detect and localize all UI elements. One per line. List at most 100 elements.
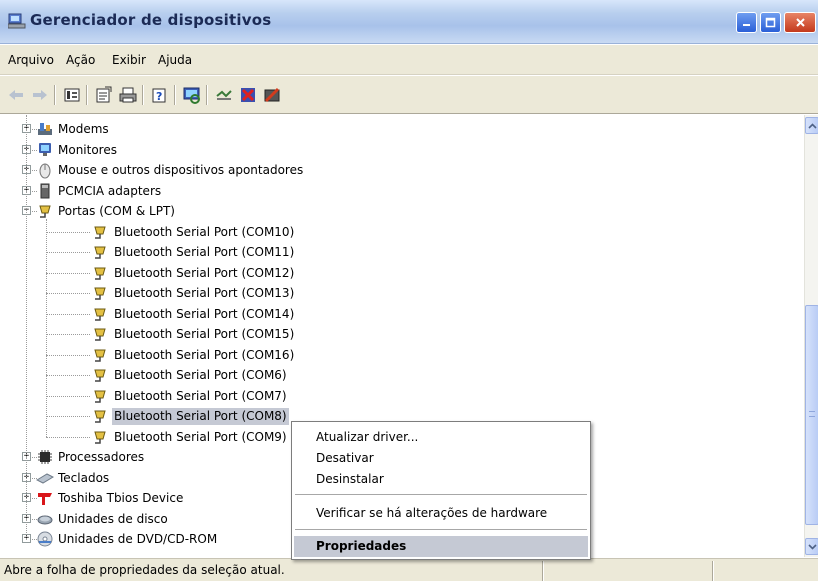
tree-connector bbox=[46, 252, 90, 253]
close-icon bbox=[795, 18, 805, 27]
port-icon bbox=[94, 390, 106, 403]
menu-ajuda[interactable]: Ajuda bbox=[158, 53, 192, 67]
port-icon bbox=[94, 226, 106, 239]
tree-connector bbox=[46, 231, 90, 233]
toshiba-icon bbox=[38, 493, 52, 505]
minimize-button[interactable] bbox=[736, 12, 757, 33]
vertical-scrollbar[interactable] bbox=[804, 115, 818, 557]
context-menu: Atualizar driver... Desativar Desinstala… bbox=[291, 421, 591, 560]
status-bar: Abre a folha de propriedades da seleção … bbox=[0, 558, 818, 581]
port-icon bbox=[94, 410, 106, 423]
port-icon bbox=[94, 431, 106, 444]
tree-item-category[interactable]: Modems bbox=[56, 121, 111, 138]
menu-item-atualizar-driver[interactable]: Atualizar driver... bbox=[294, 427, 588, 448]
menu-item-propriedades[interactable]: Propriedades bbox=[294, 536, 588, 557]
scan-hardware-icon bbox=[183, 87, 200, 104]
update-driver-button[interactable] bbox=[214, 85, 234, 105]
tree-connector bbox=[46, 272, 90, 274]
tree-item-port[interactable]: Bluetooth Serial Port (COM9) bbox=[112, 429, 289, 446]
tree-connector bbox=[46, 313, 90, 315]
tree-connector bbox=[46, 334, 90, 335]
menu-arquivo[interactable]: Arquivo bbox=[8, 53, 54, 67]
view-button[interactable] bbox=[62, 85, 82, 105]
scroll-down-button[interactable] bbox=[805, 538, 818, 555]
tree-item-category[interactable]: PCMCIA adapters bbox=[56, 183, 163, 200]
monitor-icon bbox=[39, 142, 51, 156]
tree-item-category[interactable]: Unidades de DVD/CD-ROM bbox=[56, 531, 219, 548]
tree-item-category[interactable]: Monitores bbox=[56, 142, 119, 159]
processor-icon bbox=[38, 450, 52, 464]
tree-connector bbox=[46, 436, 90, 438]
update-driver-icon bbox=[216, 90, 232, 100]
port-icon bbox=[94, 246, 106, 259]
device-manager-icon bbox=[8, 13, 26, 29]
keyboard-icon bbox=[36, 472, 54, 484]
tree-item-category[interactable]: Processadores bbox=[56, 449, 146, 466]
help-button[interactable]: ? bbox=[150, 85, 170, 105]
back-button[interactable] bbox=[6, 85, 26, 105]
port-icon bbox=[94, 328, 106, 341]
tree-branch bbox=[46, 219, 47, 437]
mouse-icon bbox=[39, 163, 51, 179]
menu-bar: Arquivo Ação Exibir Ajuda bbox=[0, 45, 818, 75]
forward-button[interactable] bbox=[30, 85, 50, 105]
port-icon bbox=[94, 308, 106, 321]
properties-button[interactable] bbox=[94, 85, 114, 105]
scroll-up-button[interactable] bbox=[805, 117, 818, 134]
forward-arrow-icon bbox=[33, 90, 47, 100]
port-icon bbox=[94, 267, 106, 280]
tree-item-port[interactable]: Bluetooth Serial Port (COM16) bbox=[112, 347, 296, 364]
tree-item-port[interactable]: Bluetooth Serial Port (COM11) bbox=[112, 244, 296, 261]
tree-connector bbox=[46, 354, 90, 356]
tree-item-category[interactable]: Teclados bbox=[56, 470, 111, 487]
pcmcia-icon bbox=[40, 183, 50, 198]
tree-item-port[interactable]: Bluetooth Serial Port (COM12) bbox=[112, 265, 296, 282]
print-button[interactable] bbox=[118, 85, 138, 105]
tree-connector bbox=[46, 416, 90, 417]
port-icon bbox=[94, 369, 106, 382]
chevron-down-icon bbox=[807, 543, 817, 550]
menu-item-desativar[interactable]: Desativar bbox=[294, 448, 588, 469]
menu-acao[interactable]: Ação bbox=[66, 53, 95, 67]
menu-item-verificar-hardware[interactable]: Verificar se há alterações de hardware bbox=[294, 503, 588, 524]
modem-icon bbox=[38, 123, 52, 135]
print-icon bbox=[119, 87, 137, 103]
tree-item-category[interactable]: Portas (COM & LPT) bbox=[56, 203, 177, 220]
tree-item-port[interactable]: Bluetooth Serial Port (COM10) bbox=[112, 224, 296, 241]
toolbar-separator bbox=[54, 85, 56, 105]
disable-button[interactable] bbox=[262, 85, 282, 105]
toolbar-separator bbox=[86, 85, 88, 105]
tree-item-port[interactable]: Bluetooth Serial Port (COM8) bbox=[112, 408, 289, 425]
tree-item-category[interactable]: Toshiba Tbios Device bbox=[56, 490, 185, 507]
dvd-icon bbox=[37, 531, 53, 547]
tree-item-port[interactable]: Bluetooth Serial Port (COM6) bbox=[112, 367, 289, 384]
menu-item-desinstalar[interactable]: Desinstalar bbox=[294, 469, 588, 490]
tree-item-port[interactable]: Bluetooth Serial Port (COM13) bbox=[112, 285, 296, 302]
toolbar: ? bbox=[0, 76, 818, 114]
toolbar-separator bbox=[142, 85, 144, 105]
tree-item-port[interactable]: Bluetooth Serial Port (COM15) bbox=[112, 326, 296, 343]
menu-separator bbox=[295, 529, 587, 530]
uninstall-icon bbox=[241, 88, 255, 102]
tree-item-port[interactable]: Bluetooth Serial Port (COM14) bbox=[112, 306, 296, 323]
menu-exibir[interactable]: Exibir bbox=[112, 53, 146, 67]
status-text: Abre a folha de propriedades da seleção … bbox=[4, 563, 285, 577]
view-icon bbox=[64, 88, 80, 102]
tree-item-category[interactable]: Mouse e outros dispositivos apontadores bbox=[56, 162, 305, 179]
status-separator bbox=[542, 561, 544, 581]
maximize-button[interactable] bbox=[760, 12, 781, 33]
status-separator bbox=[712, 561, 714, 581]
port-icon bbox=[94, 349, 106, 362]
chevron-up-icon bbox=[807, 122, 817, 129]
scan-hardware-button[interactable] bbox=[182, 85, 202, 105]
tree-item-category[interactable]: Unidades de disco bbox=[56, 511, 170, 528]
tree-item-port[interactable]: Bluetooth Serial Port (COM7) bbox=[112, 388, 289, 405]
scroll-thumb[interactable] bbox=[805, 305, 818, 525]
uninstall-button[interactable] bbox=[238, 85, 258, 105]
back-arrow-icon bbox=[9, 90, 23, 100]
maximize-icon bbox=[765, 17, 776, 28]
close-button[interactable] bbox=[784, 12, 816, 33]
tree-connector bbox=[46, 375, 90, 376]
minimize-icon bbox=[743, 24, 750, 26]
tree-trunk bbox=[26, 115, 27, 539]
